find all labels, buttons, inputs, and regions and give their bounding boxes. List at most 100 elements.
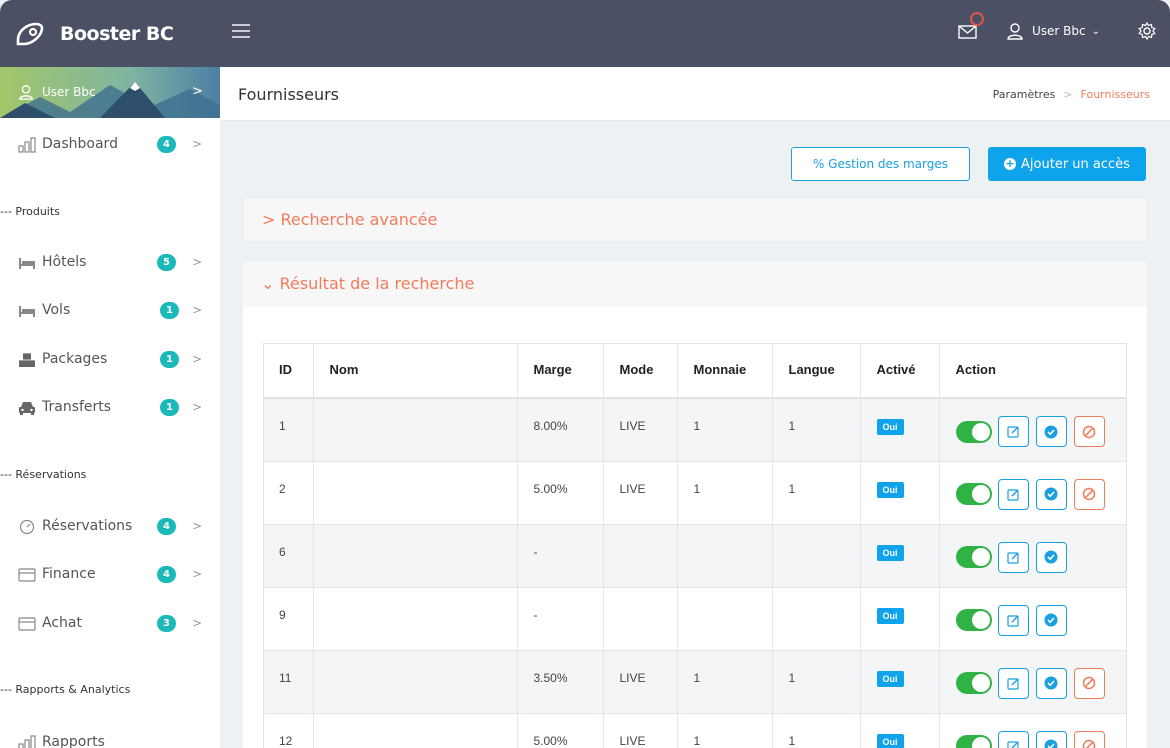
edit-button[interactable] — [997, 478, 1029, 510]
sidebar-item-finance[interactable]: Finance 4 > — [0, 560, 220, 590]
count-badge: 1 — [160, 399, 179, 416]
column-header-mode[interactable]: Mode — [603, 343, 678, 398]
cell-marge: - — [517, 587, 604, 650]
cell-actions — [939, 461, 1127, 524]
results-header[interactable]: ⌄ Résultat de la recherche — [243, 262, 1147, 307]
advanced-search-panel[interactable]: > Recherche avancée — [243, 197, 1147, 242]
brand-name: Booster BC — [60, 22, 174, 45]
chevron-right-icon: > — [192, 567, 203, 581]
active-badge: Oui — [876, 544, 904, 561]
cell-mode: LIVE — [603, 461, 678, 524]
active-badge: Oui — [876, 607, 904, 624]
cell-nom — [313, 524, 518, 587]
validate-button[interactable] — [1035, 416, 1067, 447]
column-header-id[interactable]: ID — [263, 343, 314, 398]
edit-button[interactable] — [997, 730, 1029, 748]
sidebar-item-label: Vols — [42, 302, 71, 318]
bar-chart-icon — [18, 137, 36, 153]
sidebar-item-hotels[interactable]: Hôtels 5 > — [0, 248, 220, 278]
cell-monnaie: 1 — [677, 713, 773, 748]
sidebar-item-rapports[interactable]: Rapports — [0, 728, 220, 748]
sidebar-item-packages[interactable]: Packages 1 > — [0, 345, 220, 375]
notification-dot — [970, 12, 984, 26]
results-toggle[interactable]: ⌄ Résultat de la recherche — [261, 274, 474, 293]
cell-nom — [313, 461, 518, 524]
edit-icon — [1006, 488, 1019, 501]
table-header-row: ID Nom Marge Mode Monnaie Langue Activé … — [263, 343, 1127, 398]
column-header-marge[interactable]: Marge — [517, 343, 604, 398]
cell-actions — [939, 713, 1127, 748]
validate-button[interactable] — [1035, 667, 1067, 699]
disable-button[interactable] — [1073, 478, 1105, 510]
cell-actions — [939, 524, 1127, 587]
brand[interactable]: Booster BC — [0, 0, 220, 67]
edit-button[interactable] — [997, 541, 1029, 573]
column-header-nom[interactable]: Nom — [313, 343, 518, 398]
column-header-active[interactable]: Activé — [860, 343, 940, 398]
active-toggle[interactable] — [955, 735, 992, 748]
table-row: 11 3.50% LIVE 1 1 Oui — [263, 650, 1127, 713]
cell-marge: 8.00% — [517, 398, 604, 461]
active-toggle[interactable] — [955, 672, 992, 694]
cell-monnaie: 1 — [677, 650, 773, 713]
user-icon — [19, 85, 33, 100]
chevron-down-icon: ⌄ — [261, 274, 280, 293]
disable-button[interactable] — [1073, 730, 1105, 748]
margins-management-button[interactable]: % Gestion des marges — [791, 147, 970, 181]
cell-marge: - — [517, 524, 604, 587]
column-header-langue[interactable]: Langue — [772, 343, 861, 398]
validate-button[interactable] — [1035, 541, 1067, 573]
edit-button[interactable] — [997, 667, 1029, 699]
edit-icon — [1006, 614, 1019, 627]
advanced-search-toggle[interactable]: > Recherche avancée — [262, 210, 437, 229]
validate-button[interactable] — [1035, 604, 1067, 636]
cell-langue: 1 — [772, 713, 861, 748]
table-row: 1 8.00% LIVE 1 1 Oui — [263, 398, 1127, 461]
bed-icon — [19, 306, 35, 317]
sidebar-item-vols[interactable]: Vols 1 > — [0, 296, 220, 326]
gauge-icon — [19, 519, 35, 535]
sidebar-item-label: Réservations — [42, 518, 133, 534]
disable-button[interactable] — [1073, 416, 1105, 447]
validate-button[interactable] — [1035, 478, 1067, 510]
active-toggle[interactable] — [955, 609, 992, 631]
disable-button[interactable] — [1073, 667, 1105, 699]
chevron-right-icon: > — [192, 616, 203, 630]
cell-langue: 1 — [772, 461, 861, 524]
cell-langue: 1 — [772, 398, 861, 461]
section-title-rapports: --- Rapports & Analytics — [0, 683, 131, 696]
breadcrumb: Paramètres > Fournisseurs — [993, 88, 1150, 101]
section-title-produits: --- Produits — [0, 205, 60, 218]
active-toggle[interactable] — [955, 483, 992, 505]
chevron-right-icon: > — [192, 303, 203, 317]
column-header-monnaie[interactable]: Monnaie — [677, 343, 773, 398]
user-name: User Bbc — [1032, 24, 1086, 38]
gear-icon[interactable] — [1138, 22, 1156, 40]
menu-toggle-icon[interactable] — [232, 24, 250, 38]
add-access-button[interactable]: + Ajouter un accès — [988, 147, 1146, 181]
check-circle-icon — [1044, 739, 1058, 748]
validate-button[interactable] — [1035, 730, 1067, 748]
chevron-right-icon: > — [192, 519, 203, 533]
check-circle-icon — [1044, 550, 1058, 564]
cell-monnaie: 1 — [677, 398, 773, 461]
edit-icon — [1006, 551, 1019, 564]
breadcrumb-parent-link[interactable]: Paramètres — [993, 88, 1056, 101]
sidebar-item-transferts[interactable]: Transferts 1 > — [0, 393, 220, 423]
edit-button[interactable] — [997, 604, 1029, 636]
sidebar-item-dashboard[interactable]: Dashboard 4 > — [0, 130, 220, 160]
sidebar-user-name: User Bbc — [42, 85, 96, 99]
cell-active: Oui — [860, 650, 940, 713]
active-toggle[interactable] — [955, 420, 992, 443]
chevron-right-icon: > — [192, 352, 203, 366]
sidebar-item-achat[interactable]: Achat 3 > — [0, 609, 220, 639]
edit-button[interactable] — [997, 416, 1029, 447]
count-badge: 3 — [157, 615, 176, 632]
table-row: 9 - Oui — [263, 587, 1127, 650]
edit-icon — [1006, 740, 1019, 748]
active-toggle[interactable] — [955, 546, 992, 568]
sidebar-user-banner[interactable]: User Bbc > — [0, 67, 220, 118]
sidebar-item-reservations[interactable]: Réservations 4 > — [0, 512, 220, 542]
user-menu[interactable]: User Bbc ⌄ — [1006, 22, 1100, 40]
cell-mode: LIVE — [603, 713, 678, 748]
